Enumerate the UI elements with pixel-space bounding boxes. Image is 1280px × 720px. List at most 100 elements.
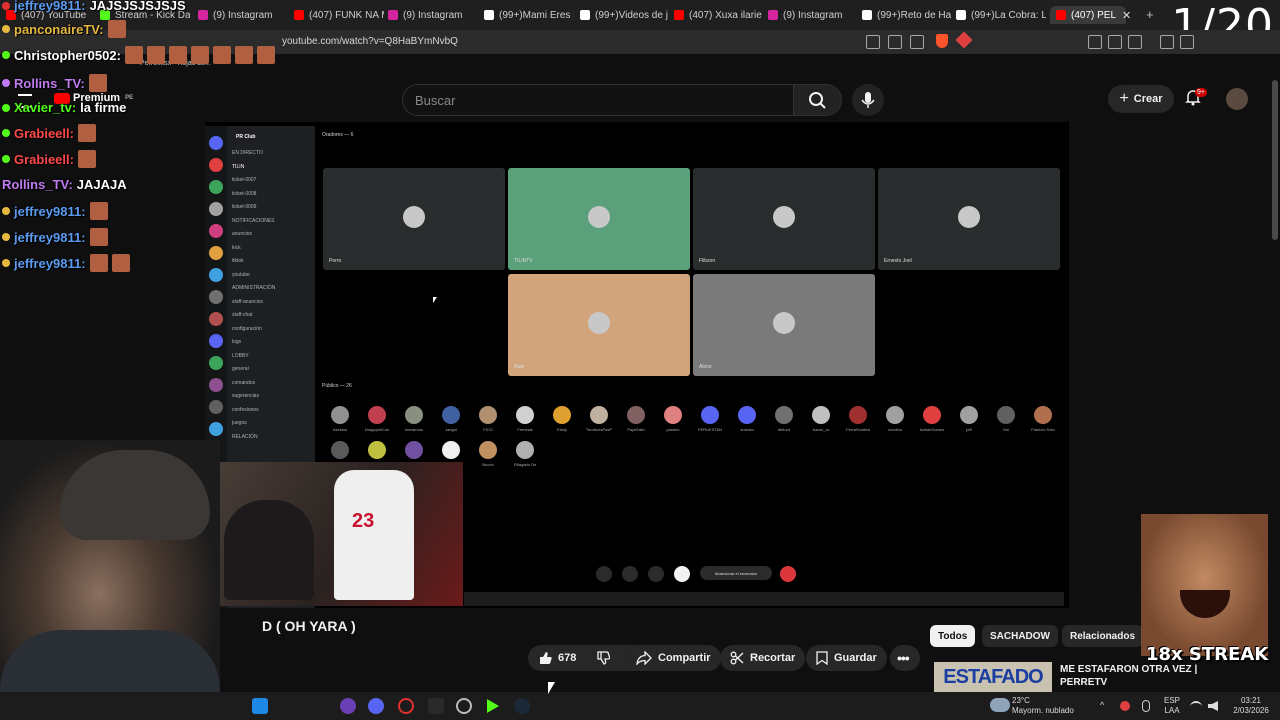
discord-channel[interactable]: general xyxy=(232,366,249,372)
discord-server-icon[interactable] xyxy=(209,246,223,260)
audience-avatar[interactable] xyxy=(516,406,534,424)
audience-avatar[interactable] xyxy=(442,406,460,424)
wifi-icon[interactable] xyxy=(1190,701,1202,713)
browser-tab[interactable]: (99+)Mami Eres L xyxy=(484,6,574,24)
steam-icon[interactable] xyxy=(514,698,530,714)
discord-channel[interactable]: LOBBY xyxy=(232,353,249,359)
recommended-title[interactable]: ME ESTAFARON OTRA VEZ | PERRETV xyxy=(1060,663,1200,689)
share-button[interactable]: Compartir xyxy=(626,645,721,671)
search-button[interactable] xyxy=(794,84,842,116)
audience-avatar[interactable] xyxy=(664,406,682,424)
discord-server-icon[interactable] xyxy=(209,356,223,370)
wallet-icon[interactable] xyxy=(1180,35,1194,49)
discord-channel[interactable]: kick xyxy=(232,245,241,251)
audience-avatar[interactable] xyxy=(886,406,904,424)
disconnect-icon[interactable] xyxy=(780,566,796,582)
clock[interactable]: 03:21 2/03/2026 xyxy=(1226,696,1276,716)
zoom-icon[interactable] xyxy=(866,35,880,49)
audience-avatar[interactable] xyxy=(331,441,349,459)
chip-related[interactable]: Relacionados xyxy=(1062,625,1144,647)
discord-channel[interactable]: logs xyxy=(232,339,241,345)
browser-tab[interactable]: (99+)Videos de j xyxy=(580,6,670,24)
share-icon[interactable] xyxy=(910,35,924,49)
discord-channel[interactable]: staff-chat xyxy=(232,312,252,318)
browser-tab[interactable]: (407) FUNK NA M xyxy=(294,6,384,24)
dislike-button[interactable] xyxy=(588,645,618,671)
new-tab-button[interactable]: + xyxy=(1146,7,1154,22)
audience-avatar[interactable] xyxy=(331,406,349,424)
discord-channel[interactable]: ADMINISTRACIÓN xyxy=(232,285,275,291)
weather-widget[interactable]: 23°C Mayorm. nublado xyxy=(1012,696,1082,716)
sidebar-icon[interactable] xyxy=(1128,35,1142,49)
audience-avatar[interactable] xyxy=(405,406,423,424)
extension-icon[interactable] xyxy=(1088,35,1102,49)
discord-channel[interactable]: TILIN xyxy=(232,164,244,170)
obs-icon[interactable] xyxy=(456,698,472,714)
audience-avatar[interactable] xyxy=(516,441,534,459)
stage-mic-icon[interactable] xyxy=(596,566,612,582)
browser-tab[interactable]: (407) Xuxa ilarie xyxy=(674,6,764,24)
browser-tab[interactable]: (99+)La Cobra: L xyxy=(956,6,1046,24)
chip-all[interactable]: Todos xyxy=(930,625,976,647)
audience-avatar[interactable] xyxy=(405,441,423,459)
install-icon[interactable] xyxy=(888,35,902,49)
discord-channel[interactable]: RELACIÓN xyxy=(232,434,258,440)
tab-close-icon[interactable]: ✕ xyxy=(1122,9,1131,22)
discord-server-icon[interactable] xyxy=(209,158,223,172)
audience-avatar[interactable] xyxy=(590,406,608,424)
audience-avatar[interactable] xyxy=(997,406,1015,424)
audience-avatar[interactable] xyxy=(627,406,645,424)
stage-avatar-icon[interactable] xyxy=(674,566,690,582)
audience-avatar[interactable] xyxy=(738,406,756,424)
discord-channel[interactable]: tiktok xyxy=(232,258,244,264)
voice-search-button[interactable] xyxy=(852,84,884,116)
discord-server-icon[interactable] xyxy=(209,312,223,326)
discord-channel[interactable]: confesiones xyxy=(232,407,259,413)
audience-avatar[interactable] xyxy=(960,406,978,424)
audience-avatar[interactable] xyxy=(368,406,386,424)
audience-avatar[interactable] xyxy=(442,441,460,459)
discord-server-icon[interactable] xyxy=(209,378,223,392)
media-icon[interactable] xyxy=(1160,35,1174,49)
discord-channel[interactable]: ticket-0007 xyxy=(232,177,256,183)
browser-tab[interactable]: (9) Instagram xyxy=(388,6,478,24)
audience-avatar[interactable] xyxy=(368,441,386,459)
audience-avatar[interactable] xyxy=(775,406,793,424)
audience-avatar[interactable] xyxy=(1034,406,1052,424)
discord-channel[interactable]: staff-anuncios xyxy=(232,299,263,305)
browser-tab[interactable]: (407) PEL xyxy=(1050,6,1126,24)
discord-channel[interactable]: configuración xyxy=(232,326,262,332)
account-avatar[interactable] xyxy=(1226,88,1248,110)
discord-server-icon[interactable] xyxy=(209,180,223,194)
edge-browser-icon[interactable] xyxy=(252,698,268,714)
discord-channel[interactable]: ticket-0009 xyxy=(232,204,256,210)
address-bar[interactable]: youtube.com/watch?v=Q8HaBYmNvbQ xyxy=(282,36,458,47)
terminal-icon[interactable] xyxy=(428,698,444,714)
brave-shield-icon[interactable] xyxy=(936,34,948,48)
browser-tab[interactable]: (99+)Reto de Ha xyxy=(862,6,952,24)
like-button[interactable]: 678 xyxy=(528,645,636,671)
page-scrollbar[interactable] xyxy=(1272,80,1278,240)
stage-screen-icon[interactable] xyxy=(648,566,664,582)
audience-avatar[interactable] xyxy=(923,406,941,424)
save-button[interactable]: Guardar xyxy=(806,645,887,671)
discord-channel[interactable]: NOTIFICACIONES xyxy=(232,218,275,224)
discord-server-icon[interactable] xyxy=(209,136,223,150)
discord-server-icon[interactable] xyxy=(209,290,223,304)
recommended-thumbnail[interactable]: ESTAFADO xyxy=(934,662,1052,692)
discord-channel[interactable]: sugerencias xyxy=(232,393,259,399)
discord-server-icon[interactable] xyxy=(209,334,223,348)
audience-avatar[interactable] xyxy=(812,406,830,424)
discord-server-icon[interactable] xyxy=(209,422,223,436)
audience-avatar[interactable] xyxy=(701,406,719,424)
discord-channel[interactable]: juegos xyxy=(232,420,247,426)
twitch-icon[interactable] xyxy=(340,698,356,714)
discord-server-icon[interactable] xyxy=(209,400,223,414)
search-input[interactable]: Buscar xyxy=(402,84,794,116)
create-button[interactable]: + Crear xyxy=(1108,85,1174,113)
more-actions-button[interactable]: ••• xyxy=(890,645,920,671)
discord-server-icon[interactable] xyxy=(209,202,223,216)
browser-tab[interactable]: (9) Instagram xyxy=(768,6,858,24)
audience-avatar[interactable] xyxy=(479,441,497,459)
leave-stage-button[interactable]: Abandonar el escenario xyxy=(700,566,772,580)
